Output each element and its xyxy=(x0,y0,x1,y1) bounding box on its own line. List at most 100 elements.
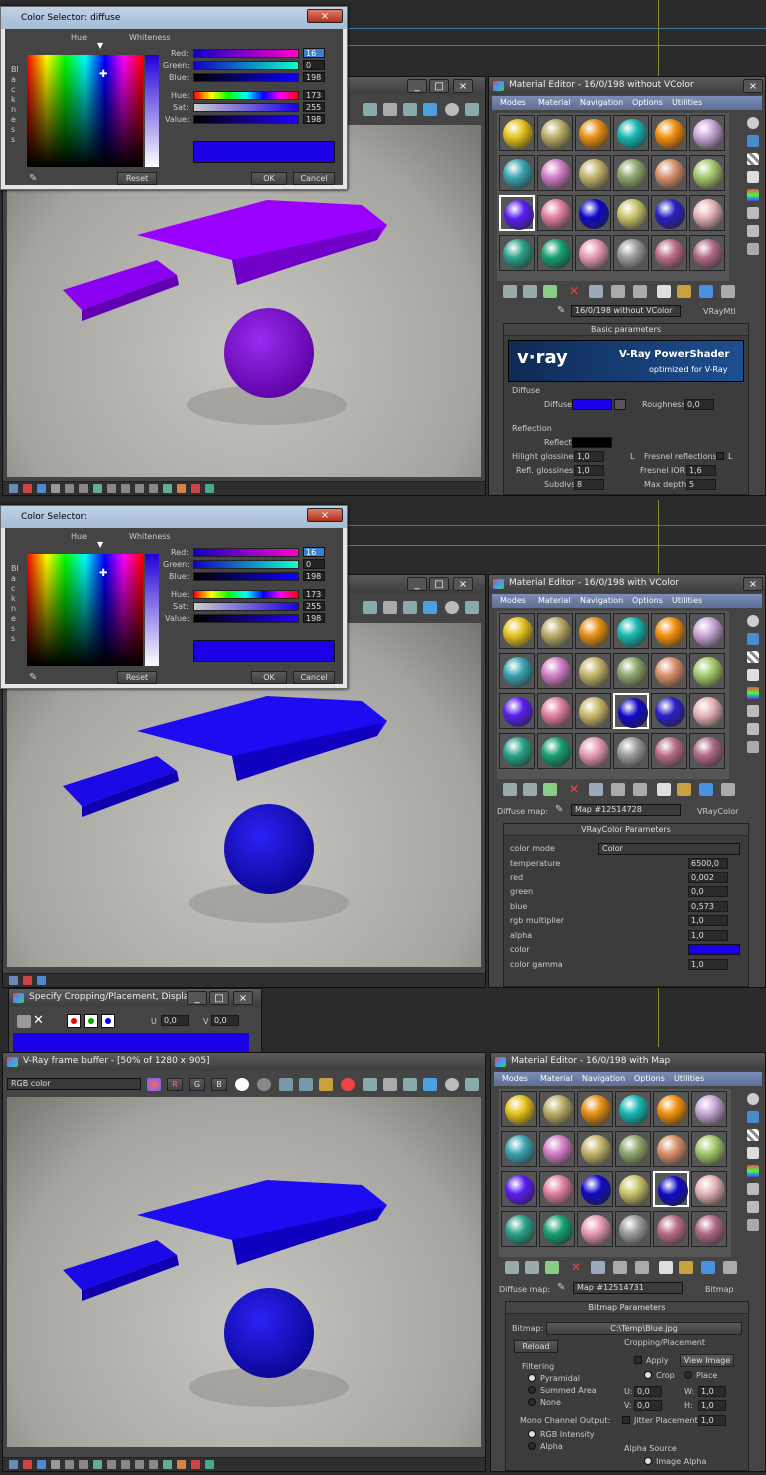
material-slot[interactable] xyxy=(499,613,535,649)
material-name-field[interactable]: 16/0/198 without VColor xyxy=(571,305,681,317)
fresnel-checkbox[interactable] xyxy=(716,452,724,460)
close-button[interactable]: × xyxy=(307,508,343,522)
material-slot[interactable] xyxy=(575,195,611,231)
material-slot[interactable] xyxy=(539,1211,575,1247)
sat-slider[interactable] xyxy=(193,103,299,112)
menu-utilities[interactable]: Utilities xyxy=(672,98,702,107)
material-slot[interactable] xyxy=(537,733,573,769)
maximize-button[interactable]: □ xyxy=(429,79,449,93)
place-radio[interactable] xyxy=(684,1371,692,1379)
map-type-button[interactable]: Bitmap xyxy=(705,1285,734,1294)
green-channel-toggle[interactable]: G xyxy=(189,1078,205,1091)
teapot-icon[interactable] xyxy=(363,601,377,614)
clone-icon[interactable] xyxy=(299,1078,313,1091)
get-material-icon[interactable] xyxy=(503,783,517,796)
image-alpha-radio[interactable] xyxy=(644,1457,652,1465)
minimize-button[interactable]: _ xyxy=(187,991,207,1005)
hue-value[interactable]: 173 xyxy=(303,90,325,100)
menu-options[interactable]: Options xyxy=(632,98,663,107)
bitmap-path-button[interactable]: C:\Temp\Blue.jpg xyxy=(546,1322,742,1335)
video-check-icon[interactable] xyxy=(747,687,759,699)
color-gamma-value[interactable]: 1,0 xyxy=(688,959,728,970)
rgb-multiplier-value[interactable]: 1,0 xyxy=(688,915,728,926)
material-slot[interactable] xyxy=(575,733,611,769)
blue-slider[interactable] xyxy=(193,73,299,82)
material-slot[interactable] xyxy=(577,1091,613,1127)
status-icon[interactable] xyxy=(149,484,158,493)
color-swatch[interactable] xyxy=(688,944,740,955)
status-icon[interactable] xyxy=(93,1460,102,1469)
material-slot[interactable] xyxy=(537,653,573,689)
material-slot[interactable] xyxy=(501,1131,537,1167)
select-by-material-icon[interactable] xyxy=(747,243,759,255)
sample-type-icon[interactable] xyxy=(747,615,759,627)
hue-slider[interactable] xyxy=(193,91,299,100)
delete-icon[interactable]: ✕ xyxy=(571,1261,585,1274)
status-icon[interactable] xyxy=(9,484,18,493)
clear-icon[interactable] xyxy=(341,1078,355,1091)
material-slot[interactable] xyxy=(499,235,535,271)
material-slot[interactable] xyxy=(613,195,649,231)
status-icon[interactable] xyxy=(107,1460,116,1469)
status-icon[interactable] xyxy=(23,976,32,985)
go-parent-icon[interactable] xyxy=(721,285,735,298)
alpha-radio[interactable] xyxy=(528,1442,536,1450)
ok-button[interactable]: OK xyxy=(251,671,287,684)
status-icon[interactable] xyxy=(149,1460,158,1469)
rgb-intensity-radio[interactable] xyxy=(528,1430,536,1438)
red-value[interactable]: 16 xyxy=(303,48,325,58)
material-slot[interactable] xyxy=(615,1171,651,1207)
unique-icon[interactable] xyxy=(611,783,625,796)
reset-button[interactable]: Reset xyxy=(117,671,157,684)
green-value[interactable]: 0 xyxy=(303,60,325,70)
value-value[interactable]: 198 xyxy=(303,114,325,124)
u-value[interactable]: 0,0 xyxy=(634,1386,662,1397)
status-icon[interactable] xyxy=(65,1460,74,1469)
teapot-icon[interactable] xyxy=(403,601,417,614)
material-slot[interactable] xyxy=(651,235,687,271)
material-slot[interactable] xyxy=(501,1171,537,1207)
material-slot[interactable] xyxy=(651,653,687,689)
material-slot[interactable] xyxy=(537,115,573,151)
video-check-icon[interactable] xyxy=(747,1165,759,1177)
close-button[interactable]: × xyxy=(453,79,473,93)
material-slot[interactable] xyxy=(651,613,687,649)
material-slot[interactable] xyxy=(613,155,649,191)
sat-value[interactable]: 255 xyxy=(303,102,325,112)
lens-icon[interactable] xyxy=(423,103,437,116)
material-slot[interactable] xyxy=(689,653,725,689)
none-radio[interactable] xyxy=(528,1398,536,1406)
hue-value[interactable]: 173 xyxy=(303,589,325,599)
red-channel-button[interactable] xyxy=(67,1014,81,1028)
map-name-field[interactable]: Map #12514731 xyxy=(573,1282,683,1294)
status-icon[interactable] xyxy=(163,484,172,493)
teapot-icon[interactable] xyxy=(383,103,397,116)
diffuse-swatch[interactable] xyxy=(572,399,612,410)
material-slot[interactable] xyxy=(613,653,649,689)
select-by-material-icon[interactable] xyxy=(747,741,759,753)
backlight-icon[interactable] xyxy=(747,135,759,147)
teapot-icon[interactable] xyxy=(465,1078,479,1091)
lens-icon[interactable] xyxy=(423,601,437,614)
teapot-icon[interactable] xyxy=(403,103,417,116)
eyedropper-icon[interactable]: ✎ xyxy=(555,804,563,815)
status-icon[interactable] xyxy=(205,484,214,493)
uv-icon[interactable] xyxy=(747,1147,759,1159)
jitter-value[interactable]: 1,0 xyxy=(698,1415,726,1426)
close-x-icon[interactable]: ✕ xyxy=(33,1013,44,1028)
alpha-value[interactable]: 1,0 xyxy=(688,930,728,941)
status-icon[interactable] xyxy=(37,976,46,985)
view-image-button[interactable]: View Image xyxy=(680,1354,734,1367)
get-material-icon[interactable] xyxy=(503,285,517,298)
value-slider[interactable] xyxy=(193,614,299,623)
value-value[interactable]: 198 xyxy=(303,613,325,623)
blue-channel-button[interactable] xyxy=(101,1014,115,1028)
status-icon[interactable] xyxy=(191,1460,200,1469)
material-slot[interactable] xyxy=(575,653,611,689)
material-slot[interactable] xyxy=(539,1131,575,1167)
close-button[interactable]: × xyxy=(743,79,763,93)
material-slot[interactable] xyxy=(653,1131,689,1167)
hue-marker-icon[interactable]: ▼ xyxy=(97,540,103,549)
assign-material-icon[interactable] xyxy=(543,285,557,298)
status-icon[interactable] xyxy=(135,484,144,493)
